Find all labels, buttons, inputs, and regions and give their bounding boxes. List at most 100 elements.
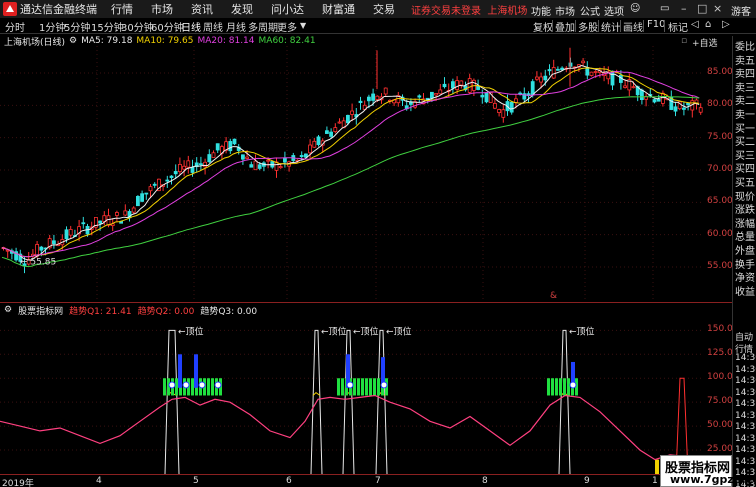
pane-resize-icon[interactable]: & [550,291,557,301]
price-tick-label: 85.00 [707,67,733,77]
menu-caifutong[interactable]: 财富通 [322,1,355,17]
close-icon[interactable]: × [713,2,722,15]
tick-time-label: 14:30 [735,364,756,375]
maximize-icon[interactable]: □ [697,2,707,15]
trade-login-notice[interactable]: 证券交易未登录 上海机场 [411,2,527,17]
candle-body [501,109,506,118]
candle-body [581,60,585,64]
q2-value: 趋势Q2: 0.00 [137,306,195,317]
period-monthly[interactable]: 月线 [226,19,246,34]
candle-body [698,107,703,113]
candle-body [455,80,460,90]
signal-face-icon [346,381,354,389]
sub-settings-icon[interactable]: ⚙ [4,305,12,315]
period-multi[interactable]: 多周期 [248,19,278,34]
candle-body [308,144,313,154]
more-chevron-icon[interactable]: ▼ [300,21,306,30]
candle-body [551,67,556,79]
tool-f10[interactable]: F10 [647,19,665,30]
chart-pin-icon[interactable]: ▫ [681,36,687,46]
period-1min[interactable]: 1分钟 [39,19,65,34]
minimize-icon[interactable]: – [681,2,687,15]
green-signal-bar [361,378,364,396]
candle-body [383,87,388,95]
top-signal-label: ←顶位 [178,325,204,337]
period-fenshi[interactable]: 分时 [5,19,25,34]
candle-body [640,89,644,101]
candle-body [312,140,317,148]
menu-shichang[interactable]: 市场 [151,1,173,17]
tool-biaoji[interactable]: 标记 [668,19,688,34]
candlestick-chart[interactable]: ← 88.90 ← 55.85 [0,46,732,302]
period-weekly[interactable]: 周线 [203,19,223,34]
candle-body [459,80,464,86]
indicator-name[interactable]: 股票指标网 [18,304,63,317]
period-30min[interactable]: 30分钟 [121,19,154,34]
candle-body [203,161,208,168]
tool-huaxian[interactable]: 画线 [623,19,643,34]
guest-label[interactable]: 游客 [731,3,751,18]
candle-body [131,207,136,213]
period-60min[interactable]: 60分钟 [151,19,184,34]
candle-body [350,110,355,115]
q3-value: 趋势Q3: 0.00 [200,306,258,317]
price-grid [0,46,704,302]
period-5min[interactable]: 5分钟 [64,19,90,34]
menu-jiaoyi[interactable]: 交易 [373,1,395,17]
ma20-line [1,70,700,258]
tool-home-icon[interactable]: ⌂ [705,19,711,30]
tool-back-icon[interactable]: ◁ [691,19,699,30]
candle-body [429,91,434,99]
menu-zixun[interactable]: 资讯 [191,1,213,17]
date-month-6: 6 [286,476,292,486]
tool-diejia[interactable]: 叠加 [555,19,575,34]
menu-gongneng[interactable]: 功能 [531,3,551,18]
period-daily[interactable]: 日线 [181,19,201,34]
menu-faxian[interactable]: 发现 [231,1,253,17]
moving-averages [1,64,700,268]
q1-value: 趋势Q1: 21.41 [69,306,132,317]
date-month-9: 9 [584,476,590,486]
tick-time-label: 14:30 [735,376,756,386]
candle-body [673,106,678,112]
chart-settings-icon[interactable]: ⚙ [69,36,77,46]
green-signal-bar [353,378,356,396]
user-avatar-icon[interactable]: ☺ [630,3,640,14]
menu-shichang-right[interactable]: 市场 [555,3,575,18]
candle-body [661,92,665,104]
menu-xuanxiang[interactable]: 选项 [604,3,624,18]
period-toolbar: 分时 1分钟 5分钟 15分钟 30分钟 60分钟 日线 周线 月线 多周期 更… [0,18,756,34]
price-tick-label: 70.00 [707,164,733,174]
menu-gongshi[interactable]: 公式 [580,3,600,18]
candle-body [177,163,182,173]
top-signal-label: ←顶位 [569,325,595,337]
period-15min[interactable]: 15分钟 [91,19,124,34]
candle-body [530,81,535,96]
candle-body [337,121,342,124]
candle-body [135,195,140,207]
indicator-chart[interactable]: ←顶位 ←顶位 ←顶位 ←顶位 ←顶位 [0,316,732,474]
candle-body [68,229,73,236]
candle-body [215,143,220,151]
tool-fuquan[interactable]: 复权 [533,19,553,34]
notice-stock-name: 上海机场 [487,5,528,17]
menu-hangqing[interactable]: 行情 [111,1,133,17]
candle-body [442,83,447,88]
tool-duogu[interactable]: 多股 [578,19,598,34]
candle-body [249,164,254,168]
period-more[interactable]: 更多 [277,19,297,34]
green-signal-bar [191,378,194,396]
candle-body [329,131,334,137]
app-title: 通达信金融终端 [20,3,97,16]
green-signal-bar [357,378,360,396]
green-signal-bar [163,378,166,396]
candle-body [39,246,44,251]
tick-time-label: 14:31 [735,445,756,455]
tool-forward-icon[interactable]: ▷ [722,19,730,30]
candle-body [266,159,271,162]
ma60-value: MA60: 82.41 [258,36,316,46]
more-icon[interactable]: ▭ [660,3,669,14]
menu-wenxiaoda[interactable]: 问小达 [271,1,304,17]
tool-tongji[interactable]: 统计 [601,19,621,34]
candle-body [333,127,338,132]
